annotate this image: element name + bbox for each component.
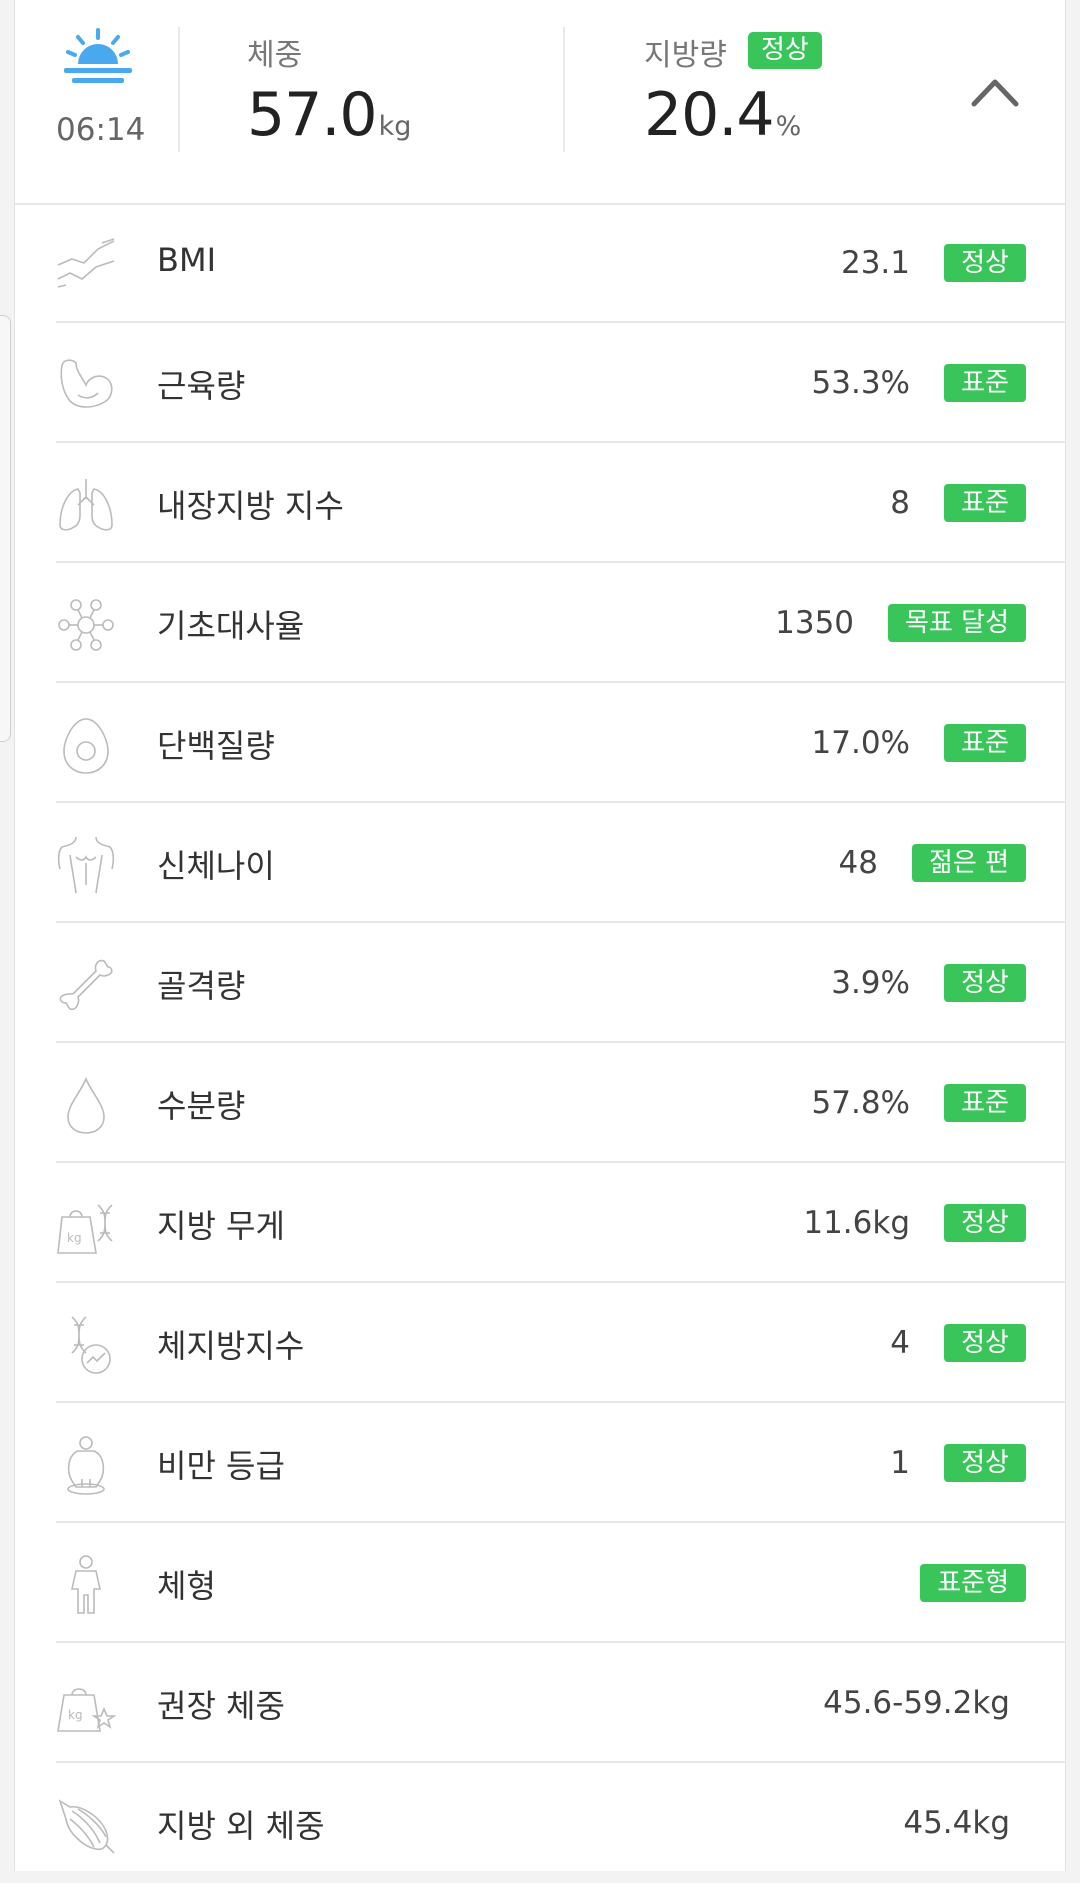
arm-muscle-icon bbox=[56, 355, 116, 415]
egg-icon bbox=[56, 715, 116, 775]
weight-star-icon: kg bbox=[56, 1675, 116, 1735]
chevron-up-icon[interactable] bbox=[970, 70, 1020, 110]
list-item-water[interactable]: 수분량 57.8% 표준 bbox=[15, 1043, 1065, 1163]
list-item-body-type[interactable]: 체형 표준형 bbox=[15, 1523, 1065, 1643]
row-value: 8 bbox=[890, 485, 910, 521]
weight-label: 체중 bbox=[247, 38, 303, 73]
row-label: 단백질량 bbox=[157, 727, 275, 765]
row-value: 53.3% bbox=[811, 365, 910, 401]
weight-number: 57.0 bbox=[247, 80, 378, 150]
fat-status-badge: 정상 bbox=[748, 32, 822, 69]
status-badge: 정상 bbox=[944, 964, 1026, 1002]
status-badge: 표준 bbox=[944, 724, 1026, 762]
row-label: 체형 bbox=[157, 1567, 216, 1605]
row-value: 17.0% bbox=[811, 725, 910, 761]
status-badge: 정상 bbox=[944, 1204, 1026, 1242]
row-value: 23.1 bbox=[840, 245, 910, 281]
row-label: 권장 체중 bbox=[157, 1687, 285, 1725]
row-value: 1350 bbox=[775, 605, 855, 641]
row-value: 45.6-59.2kg bbox=[823, 1685, 1010, 1721]
status-badge: 정상 bbox=[944, 244, 1026, 282]
list-item-lean-mass[interactable]: 지방 외 체중 45.4kg bbox=[15, 1763, 1065, 1883]
weight-dna-icon: kg bbox=[56, 1195, 116, 1255]
fat-unit: % bbox=[775, 111, 802, 142]
measurement-time: 06:14 bbox=[56, 112, 146, 148]
lungs-icon bbox=[56, 475, 116, 535]
status-badge: 표준형 bbox=[920, 1564, 1026, 1602]
row-value: 3.9% bbox=[831, 965, 910, 1001]
divider bbox=[563, 27, 565, 152]
svg-text:kg: kg bbox=[67, 1231, 82, 1245]
fat-number: 20.4 bbox=[644, 80, 775, 150]
status-badge: 정상 bbox=[944, 1444, 1026, 1482]
row-label: 비만 등급 bbox=[157, 1447, 285, 1485]
trend-lines-icon bbox=[56, 235, 116, 295]
list-item-obesity-grade[interactable]: 비만 등급 1 정상 bbox=[15, 1403, 1065, 1523]
sunrise-icon bbox=[62, 28, 134, 88]
row-value: 1 bbox=[890, 1445, 910, 1481]
status-badge: 정상 bbox=[944, 1324, 1026, 1362]
fat-label: 지방량 bbox=[644, 38, 727, 73]
status-badge: 표준 bbox=[944, 364, 1026, 402]
status-badge: 젊은 편 bbox=[911, 844, 1026, 882]
row-label: 기초대사율 bbox=[157, 607, 305, 645]
torso-icon bbox=[56, 835, 116, 895]
row-value: 48 bbox=[838, 845, 878, 881]
row-value: 45.4kg bbox=[903, 1805, 1010, 1841]
row-label: BMI bbox=[157, 241, 216, 279]
svg-text:kg: kg bbox=[68, 1708, 83, 1722]
water-drop-icon bbox=[56, 1075, 116, 1135]
summary-header: 06:14 체중 57.0kg 지방량 정상 20.4% bbox=[15, 0, 1065, 205]
molecule-icon bbox=[56, 595, 116, 655]
list-item-recommended-weight[interactable]: kg 권장 체중 45.6-59.2kg bbox=[15, 1643, 1065, 1763]
list-item-protein[interactable]: 단백질량 17.0% 표준 bbox=[15, 683, 1065, 803]
divider bbox=[178, 27, 180, 152]
list-item-body-age[interactable]: 신체나이 48 젊은 편 bbox=[15, 803, 1065, 923]
row-label: 신체나이 bbox=[157, 847, 275, 885]
bone-icon bbox=[56, 955, 116, 1015]
list-item-muscle[interactable]: 근육량 53.3% 표준 bbox=[15, 323, 1065, 443]
list-item-bmi[interactable]: BMI 23.1 정상 bbox=[15, 203, 1065, 323]
status-badge: 표준 bbox=[944, 484, 1026, 522]
side-drawer-handle[interactable] bbox=[0, 315, 11, 742]
row-label: 내장지방 지수 bbox=[157, 487, 344, 525]
body-composition-card: 06:14 체중 57.0kg 지방량 정상 20.4% BMI 23.1 정상… bbox=[14, 0, 1066, 1871]
fat-value: 20.4% bbox=[644, 80, 801, 150]
metrics-list: BMI 23.1 정상 근육량 53.3% 표준 내장지방 지수 8 표준 기초… bbox=[15, 203, 1065, 1883]
dna-chart-icon bbox=[56, 1315, 116, 1375]
row-value: 4 bbox=[890, 1325, 910, 1361]
muscle-fiber-icon bbox=[56, 1795, 116, 1855]
list-item-visceral-fat[interactable]: 내장지방 지수 8 표준 bbox=[15, 443, 1065, 563]
status-badge: 목표 달성 bbox=[888, 604, 1026, 642]
row-label: 지방 무게 bbox=[157, 1207, 285, 1245]
row-value: 57.8% bbox=[811, 1085, 910, 1121]
row-label: 체지방지수 bbox=[157, 1327, 305, 1365]
row-value: 11.6kg bbox=[803, 1205, 910, 1241]
row-label: 수분량 bbox=[157, 1087, 246, 1125]
obese-person-icon bbox=[56, 1435, 116, 1495]
list-item-fat-weight[interactable]: kg 지방 무게 11.6kg 정상 bbox=[15, 1163, 1065, 1283]
list-item-body-fat-index[interactable]: 체지방지수 4 정상 bbox=[15, 1283, 1065, 1403]
weight-unit: kg bbox=[378, 111, 412, 142]
body-type-icon bbox=[56, 1555, 116, 1615]
row-label: 지방 외 체중 bbox=[157, 1807, 325, 1845]
weight-value: 57.0kg bbox=[247, 80, 411, 150]
status-badge: 표준 bbox=[944, 1084, 1026, 1122]
list-item-bone-mass[interactable]: 골격량 3.9% 정상 bbox=[15, 923, 1065, 1043]
list-item-bmr[interactable]: 기초대사율 1350 목표 달성 bbox=[15, 563, 1065, 683]
row-label: 골격량 bbox=[157, 967, 246, 1005]
row-label: 근육량 bbox=[157, 367, 246, 405]
